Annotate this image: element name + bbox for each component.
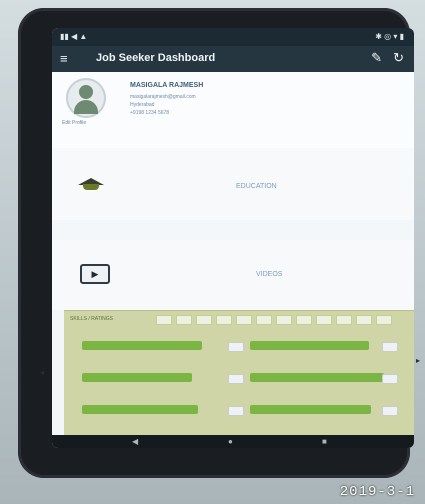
skill-value-left[interactable] <box>228 406 244 416</box>
status-bar: ▮▮ ◀ ▲ ✱ ◎ ▾ ▮ <box>52 28 414 46</box>
skill-chip[interactable] <box>196 315 212 325</box>
phone-screen: ▮▮ ◀ ▲ ✱ ◎ ▾ ▮ ≡ Job Seeker Dashboard ✎ … <box>52 28 414 448</box>
back-icon[interactable]: ◀ <box>132 437 138 446</box>
status-right: ✱ ◎ ▾ ▮ <box>375 32 404 41</box>
skill-bar-left <box>82 405 198 414</box>
empty-row <box>52 220 414 241</box>
skill-bar-left <box>82 373 192 382</box>
skills-title: SKILLS / RATINGS <box>70 316 113 322</box>
avatar[interactable] <box>66 78 106 118</box>
skill-chip[interactable] <box>296 315 312 325</box>
skill-value-right[interactable] <box>382 406 398 416</box>
skill-chip[interactable] <box>316 315 332 325</box>
system-nav-bar: ◀ ● ■ <box>52 435 414 448</box>
skill-chip[interactable] <box>176 315 192 325</box>
skill-bar-right <box>250 373 384 382</box>
skill-value-right[interactable] <box>382 342 398 352</box>
profile-name: MASIGALA RAJMESH <box>130 82 204 89</box>
education-label: EDUCATION <box>236 183 277 190</box>
pencil-icon[interactable]: ✎ <box>371 50 382 66</box>
photo-date-stamp: 2019-3-1 <box>339 484 415 500</box>
skill-chip[interactable] <box>156 315 172 325</box>
right-arrow-icon: ▸ <box>416 356 421 365</box>
skill-bar-right <box>250 405 371 414</box>
avatar-caption[interactable]: Edit Profile <box>62 120 86 126</box>
recents-icon[interactable]: ■ <box>322 437 327 446</box>
status-left: ▮▮ ◀ ▲ <box>60 32 88 41</box>
skill-bar-right <box>250 341 369 350</box>
skill-value-left[interactable] <box>228 342 244 352</box>
skill-chip[interactable] <box>376 315 392 325</box>
profile-email: masigalarajmesh@gmail.com <box>130 94 196 100</box>
profile-card[interactable]: Edit Profile MASIGALA RAJMESH masigalara… <box>52 72 414 149</box>
video-label: VIDEOS <box>256 271 283 278</box>
skill-chip[interactable] <box>276 315 292 325</box>
graduation-cap-icon <box>78 178 104 192</box>
skill-value-left[interactable] <box>228 374 244 384</box>
hamburger-icon[interactable]: ≡ <box>60 51 68 67</box>
skill-chip[interactable] <box>216 315 232 325</box>
skills-panel: SKILLS / RATINGS <box>64 310 414 436</box>
left-arrow-icon: ◂ <box>40 368 45 377</box>
play-icon[interactable]: ▶ <box>80 264 110 284</box>
skill-chip[interactable] <box>236 315 252 325</box>
skill-chip[interactable] <box>356 315 372 325</box>
home-icon[interactable]: ● <box>228 437 233 446</box>
skill-bar-left <box>82 341 202 350</box>
app-title: Job Seeker Dashboard <box>96 52 216 64</box>
refresh-icon[interactable]: ↻ <box>393 50 404 66</box>
skill-chip[interactable] <box>336 315 352 325</box>
skill-chip[interactable] <box>256 315 272 325</box>
skill-value-right[interactable] <box>382 374 398 384</box>
app-bar: ≡ Job Seeker Dashboard ✎ ↻ <box>52 46 414 72</box>
profile-location: Hyderabad <box>130 102 155 108</box>
video-section[interactable]: ▶ VIDEOS <box>52 240 414 310</box>
profile-phone: +9198 1234 5678 <box>130 110 170 116</box>
phone-frame: ▮▮ ◀ ▲ ✱ ◎ ▾ ▮ ≡ Job Seeker Dashboard ✎ … <box>18 8 420 478</box>
skills-header: SKILLS / RATINGS <box>64 314 414 328</box>
education-section[interactable]: EDUCATION <box>52 148 414 221</box>
